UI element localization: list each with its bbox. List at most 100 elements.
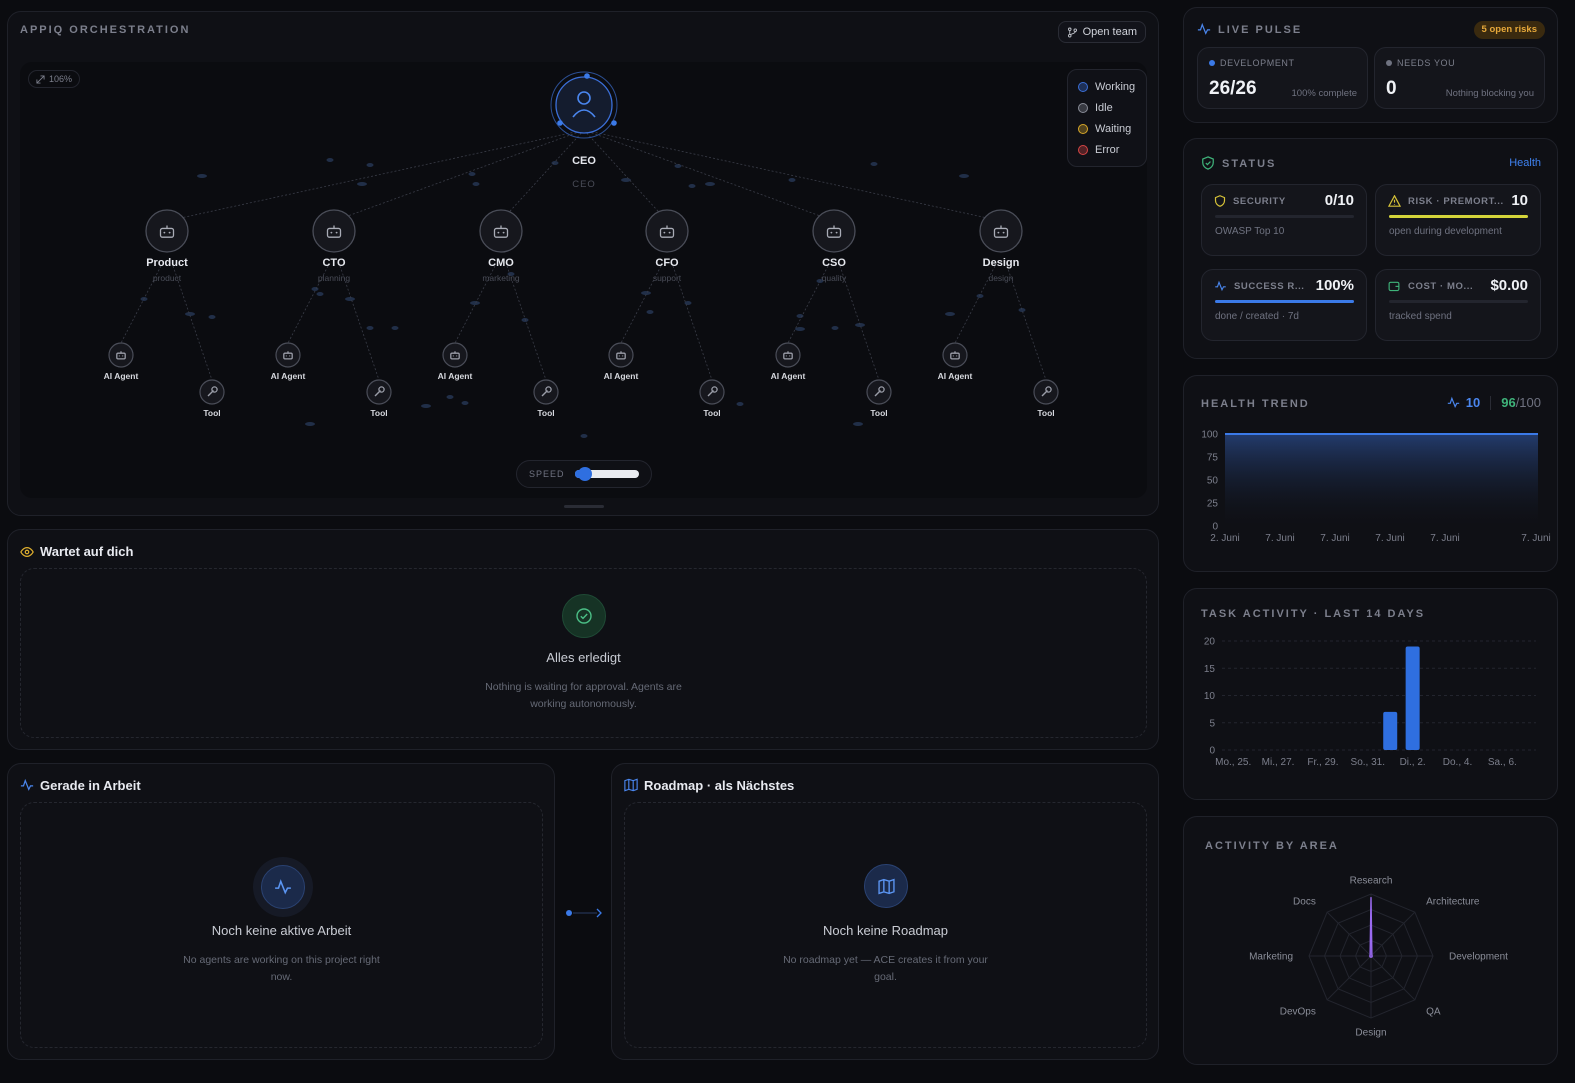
working-empty-state: Noch keine aktive Arbeit No agents are w…: [20, 802, 543, 1048]
trend-icon: [1215, 280, 1226, 292]
legend-label: Idle: [1095, 101, 1113, 114]
security-bar: [1215, 215, 1354, 218]
radar-axis-label: Docs: [1293, 896, 1316, 907]
roadmap-empty-title: Noch keine Roadmap: [822, 923, 949, 938]
particle: [366, 163, 374, 167]
robot-eye: [289, 355, 291, 357]
edge: [506, 265, 547, 381]
legend-item-waiting: Waiting: [1078, 118, 1136, 139]
activity-circle-icon: [253, 857, 313, 917]
success-note: done / created · 7d: [1215, 311, 1299, 322]
pulse-icon: [1447, 396, 1459, 409]
bar: [1405, 646, 1420, 750]
development-note: 100% complete: [1291, 88, 1357, 99]
particle: [688, 184, 696, 188]
roadmap-title: Roadmap · als Nächstes: [644, 778, 795, 793]
department-node: [979, 209, 1023, 253]
edge: [172, 265, 213, 381]
activity-radar-chart: Research Architecture Development QA Design D…: [1249, 876, 1508, 1039]
open-team-label: Open team: [1082, 26, 1137, 38]
ceo-label: CEO: [572, 155, 596, 167]
tool-label: Tool: [537, 408, 555, 418]
cost-card[interactable]: COST · MO... $0.00 tracked spend: [1375, 269, 1541, 341]
map-circle-icon: [864, 864, 908, 908]
edge: [839, 265, 880, 381]
particle: [326, 158, 334, 162]
agent-label: AI Agent: [103, 371, 139, 381]
robot-eye: [456, 355, 458, 357]
tool-label: Tool: [703, 408, 721, 418]
success-card[interactable]: SUCCESS R... 100% done / created · 7d: [1201, 269, 1367, 341]
health-summary: 10 96 /100: [1447, 395, 1541, 410]
speed-slider-thumb[interactable]: [577, 467, 592, 481]
particle: [945, 312, 955, 316]
security-note: OWASP Top 10: [1215, 226, 1285, 237]
x-tick-label: Do., 4.: [1443, 757, 1472, 768]
department-node: [145, 209, 189, 253]
particle: [305, 422, 315, 426]
x-tick-label: Mo., 25.: [1215, 757, 1251, 768]
shield-check-icon: [1202, 156, 1214, 170]
edge: [166, 129, 585, 222]
robot-eye: [118, 355, 120, 357]
risk-card[interactable]: RISK · PREMORT... 10 open during develop…: [1375, 184, 1541, 256]
department-label: CSO: [822, 257, 846, 269]
agent-label: AI Agent: [603, 371, 639, 381]
robot-eye: [497, 231, 500, 234]
radar-axis-label: DevOps: [1280, 1007, 1316, 1018]
edge: [583, 129, 835, 222]
working-panel: Gerade in Arbeit Noch keine aktive Arbei…: [7, 763, 555, 1060]
branch-icon: [1067, 27, 1077, 37]
needs-you-card[interactable]: NEEDS YOU 0 Nothing blocking you: [1374, 47, 1545, 109]
shield-icon: [1214, 195, 1226, 207]
y-tick-label: 0: [1212, 522, 1218, 533]
ceo-role: CEO: [572, 179, 596, 190]
robot-eye: [952, 355, 954, 357]
flow-connector: [565, 906, 605, 918]
department-role: quality: [821, 273, 847, 283]
agent-label: AI Agent: [437, 371, 473, 381]
agent-label: AI Agent: [770, 371, 806, 381]
robot-eye: [168, 231, 171, 234]
particle: [1018, 308, 1026, 312]
health-trend-chart: 0 25 50 75 100 2. Juni 7. Juni 7. Juni 7. Juni 7.…: [1201, 430, 1550, 545]
edge: [1006, 265, 1047, 381]
risk-note: open during development: [1389, 226, 1502, 237]
robot-eye: [956, 355, 958, 357]
needs-you-label: NEEDS YOU: [1397, 58, 1456, 68]
particle: [788, 178, 796, 182]
canvas[interactable]: 106% CEO CEO Product product AI Agent Tool CTO…: [20, 62, 1147, 508]
waiting-empty-state: Alles erledigt Nothing is waiting for ap…: [20, 568, 1147, 738]
edge: [583, 129, 1002, 222]
working-empty-line2: now.: [270, 971, 293, 983]
check-circle-icon: [562, 594, 606, 638]
robot-eye: [663, 231, 666, 234]
live-pulse-panel: LIVE PULSE 5 open risks DEVELOPMENT 26/2…: [1183, 7, 1558, 123]
speed-slider[interactable]: [574, 467, 639, 481]
legend-dot: [1078, 144, 1088, 155]
department-label: Design: [982, 257, 1020, 269]
open-team-button[interactable]: Open team: [1057, 21, 1146, 43]
open-risks-badge[interactable]: 5 open risks: [1473, 21, 1545, 39]
development-card[interactable]: DEVELOPMENT 26/26 100% complete: [1197, 47, 1368, 109]
cost-label: COST · MO...: [1408, 281, 1474, 292]
particle: [366, 326, 374, 330]
wallet-icon: [1388, 281, 1400, 292]
radar-axis-label: Development: [1449, 952, 1508, 963]
tool-label: Tool: [203, 408, 221, 418]
task-activity-title: TASK ACTIVITY · LAST 14 DAYS: [1201, 608, 1426, 620]
particle: [580, 434, 588, 438]
security-card[interactable]: SECURITY 0/10 OWASP Top 10: [1201, 184, 1367, 256]
resize-handle[interactable]: [564, 505, 604, 508]
warning-icon: [1388, 195, 1401, 207]
particle: [345, 297, 355, 301]
robot-eye: [789, 355, 791, 357]
port-dot: [557, 120, 563, 126]
y-tick-label: 10: [1204, 691, 1216, 702]
x-tick-label: Fr., 29.: [1307, 757, 1338, 768]
tool-label: Tool: [1037, 408, 1055, 418]
health-link[interactable]: Health: [1509, 157, 1541, 169]
particle: [461, 401, 469, 405]
orchestration-title: APPIQ ORCHESTRATION: [20, 24, 191, 36]
map-icon: [624, 778, 638, 792]
